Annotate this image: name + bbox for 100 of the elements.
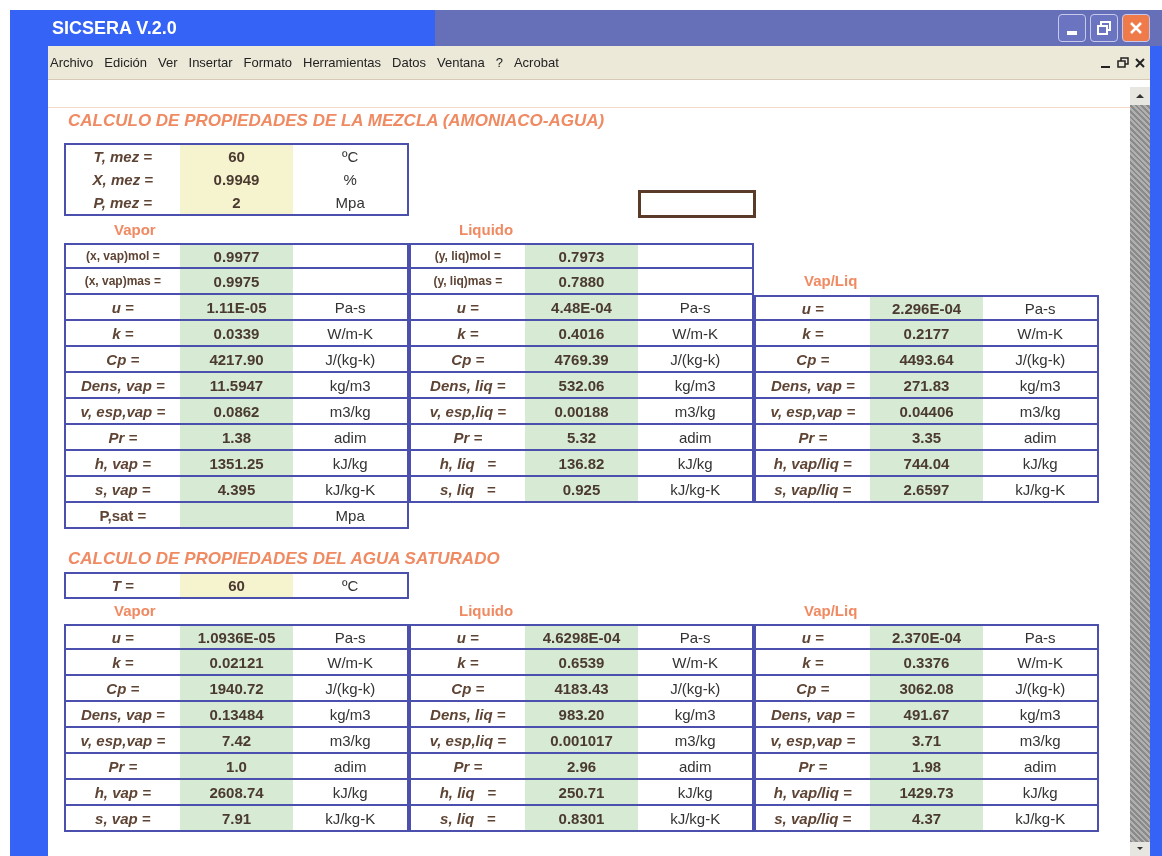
property-label: (x, vap)mol = xyxy=(85,248,161,265)
close-icon xyxy=(1129,21,1143,35)
property-label: T, mez = xyxy=(92,147,154,167)
property-label: Cp = xyxy=(795,678,831,699)
property-label: v, esp,vap = xyxy=(79,401,167,422)
table-cell: 3.35 xyxy=(869,425,984,449)
table-cell: 0.7973 xyxy=(524,245,639,267)
property-label: Cp = xyxy=(450,349,486,370)
table-cell: 4.37 xyxy=(869,806,984,830)
property-label: k = xyxy=(801,652,825,673)
unit-label: % xyxy=(342,170,358,190)
table-cell: 1351.25 xyxy=(179,451,294,475)
property-label: Cp = xyxy=(450,678,486,699)
selected-cell[interactable] xyxy=(638,190,756,218)
input-cell[interactable]: 60 xyxy=(179,145,294,168)
window-title: SICSERA V.2.0 xyxy=(52,17,177,39)
property-label: h, vap/liq = xyxy=(772,782,853,803)
menu-item[interactable]: Formato xyxy=(243,55,292,70)
table-cell: 11.5947 xyxy=(179,373,294,397)
input-cell[interactable]: 2 xyxy=(179,191,294,214)
table-cell: 2608.74 xyxy=(179,780,294,804)
unit-label: kg/m3 xyxy=(1018,704,1062,725)
restore-icon[interactable] xyxy=(1117,56,1129,69)
unit-label: W/m-K xyxy=(671,652,720,673)
unit-label: ºC xyxy=(341,147,360,167)
property-label: k = xyxy=(456,652,480,673)
property-label: Dens, vap = xyxy=(79,704,166,725)
property-label: v, esp,vap = xyxy=(769,401,857,422)
table-cell: 0.9975 xyxy=(179,269,294,293)
property-label: h, vap = xyxy=(93,453,152,474)
unit-label: kg/m3 xyxy=(1018,375,1062,396)
menu-item[interactable]: Insertar xyxy=(188,55,233,70)
unit-label: m3/kg xyxy=(328,401,372,422)
unit-label: W/m-K xyxy=(326,652,375,673)
unit-label: J/(kg-k) xyxy=(1014,678,1067,699)
property-label: T = xyxy=(110,576,135,596)
property-label: s, liq = xyxy=(439,479,497,500)
unit-label: J/(kg-k) xyxy=(1014,349,1067,370)
unit-label: kJ/kg xyxy=(1021,453,1059,474)
menu-item[interactable]: Edición xyxy=(104,55,147,70)
unit-label: m3/kg xyxy=(1018,730,1062,751)
unit-label: m3/kg xyxy=(673,730,717,751)
phase-heading: Liquido xyxy=(458,601,514,621)
property-label: u = xyxy=(110,627,135,648)
table-cell: 4493.64 xyxy=(869,347,984,371)
unit-label: kJ/kg-K xyxy=(324,479,377,500)
unit-label: Pa-s xyxy=(1023,627,1057,648)
unit-label: ºC xyxy=(341,576,360,596)
unit-label: J/(kg-k) xyxy=(324,678,377,699)
vertical-scrollbar[interactable] xyxy=(1130,87,1150,856)
unit-label: W/m-K xyxy=(1016,323,1065,344)
close-icon[interactable] xyxy=(1134,56,1146,69)
property-label: Pr = xyxy=(452,756,484,777)
unit-label: kg/m3 xyxy=(328,704,372,725)
property-label: (y, liq)mas = xyxy=(432,273,504,290)
table-cell: 1429.73 xyxy=(869,780,984,804)
property-label: v, esp,vap = xyxy=(79,730,167,751)
property-label: s, vap/liq = xyxy=(773,808,853,829)
unit-label: kJ/kg-K xyxy=(1014,479,1067,500)
input-cell[interactable]: 0.9949 xyxy=(179,168,294,191)
table-cell: 0.7880 xyxy=(524,269,639,293)
table-cell: 0.04406 xyxy=(869,399,984,423)
unit-label: adim xyxy=(677,427,713,448)
table-cell: 5.32 xyxy=(524,425,639,449)
close-button[interactable] xyxy=(1122,14,1150,42)
menu-item[interactable]: Ver xyxy=(158,55,178,70)
table-cell: 744.04 xyxy=(869,451,984,475)
menu-item[interactable]: Acrobat xyxy=(513,55,559,70)
menu-item[interactable]: Archivo xyxy=(50,55,94,70)
menu-item[interactable]: ? xyxy=(495,55,503,70)
table-cell: 491.67 xyxy=(869,702,984,726)
property-label: s, vap = xyxy=(94,479,152,500)
input-cell[interactable]: 60 xyxy=(179,574,294,597)
restore-button[interactable] xyxy=(1090,14,1118,42)
property-label: k = xyxy=(456,323,480,344)
property-label: s, liq = xyxy=(439,808,497,829)
menu-item[interactable]: Herramientas xyxy=(303,55,382,70)
unit-label: kJ/kg xyxy=(1021,782,1059,803)
property-label: v, esp,liq = xyxy=(428,401,507,422)
table-cell: 0.9977 xyxy=(179,245,294,267)
menu-item[interactable]: Datos xyxy=(392,55,426,70)
unit-label: Pa-s xyxy=(333,627,367,648)
unit-label: Pa-s xyxy=(678,627,712,648)
table-cell: 0.02121 xyxy=(179,650,294,674)
property-label: u = xyxy=(455,297,480,318)
property-label: Pr = xyxy=(107,756,139,777)
table-cell: 1.0936E-05 xyxy=(179,626,294,648)
table-cell: 4.395 xyxy=(179,477,294,501)
property-label: Dens, vap = xyxy=(79,375,166,396)
table-cell: 2.370E-04 xyxy=(869,626,984,648)
property-label: u = xyxy=(800,298,825,319)
menu-item[interactable]: Ventana xyxy=(437,55,485,70)
table-cell: 0.13484 xyxy=(179,702,294,726)
unit-label: m3/kg xyxy=(328,730,372,751)
property-label: h, vap = xyxy=(93,782,152,803)
unit-label: adim xyxy=(1022,427,1058,448)
table-cell: 1.38 xyxy=(179,425,294,449)
minimize-button[interactable] xyxy=(1058,14,1086,42)
property-label: (y, liq)mol = xyxy=(433,248,502,265)
table-cell: 4183.43 xyxy=(524,676,639,700)
